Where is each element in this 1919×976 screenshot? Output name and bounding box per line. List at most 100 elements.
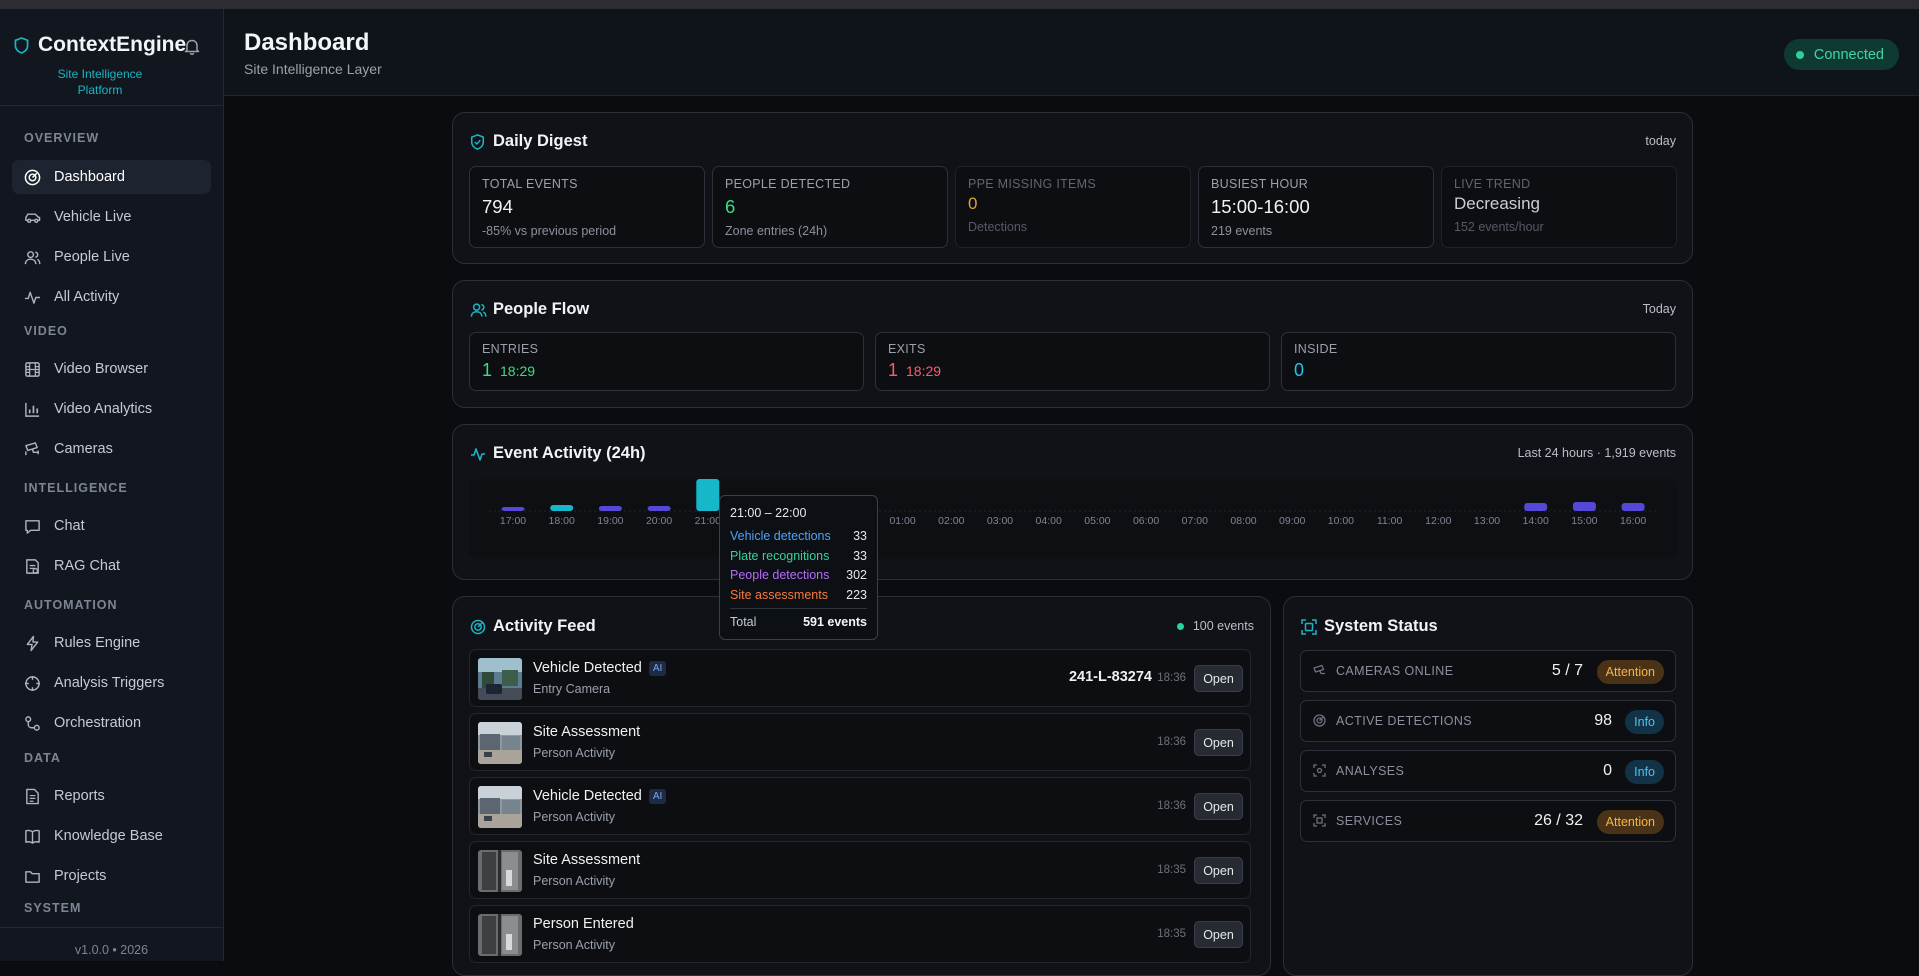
section-label-video: VIDEO: [24, 324, 68, 338]
ai-badge: AI: [648, 788, 667, 804]
folder-icon: [25, 870, 40, 883]
dashboard-icon: [24, 169, 41, 185]
status-row-services: SERVICES 26 / 32 Attention: [1300, 800, 1676, 842]
chart-bar-1900[interactable]: [598, 506, 622, 511]
digest-period: today: [1645, 134, 1676, 148]
scan-monitor-icon: [1301, 619, 1317, 635]
tile-note: Zone entries (24h): [725, 224, 828, 238]
status-label: ANALYSES: [1336, 764, 1405, 778]
chart-bar-1700[interactable]: [501, 507, 525, 511]
tooltip-row-plate-recognitions: Plate recognitions 33: [730, 549, 867, 563]
event-activity-chart-area[interactable]: 17:0018:0019:0020:0021:0022:0023:0000:00…: [469, 479, 1677, 559]
chart-bar-1800[interactable]: [550, 505, 574, 511]
tile-label: PEOPLE DETECTED: [725, 177, 851, 191]
sidebar-item-orchestration[interactable]: Orchestration: [12, 706, 211, 740]
event-activity-chart[interactable]: 17:0018:0019:0020:0021:0022:0023:0000:00…: [469, 479, 1677, 559]
sidebar-item-label: Video Browser: [54, 361, 149, 377]
sidebar-item-people-live[interactable]: People Live: [12, 240, 211, 274]
page-subtitle: Site Intelligence Layer: [244, 61, 382, 77]
status-badge: Info: [1625, 710, 1664, 734]
sidebar-item-label: Knowledge Base: [54, 828, 163, 844]
tooltip-title: 21:00 – 22:00: [730, 506, 807, 520]
sidebar-item-knowledge-base[interactable]: Knowledge Base: [12, 819, 211, 853]
sidebar-item-video-browser[interactable]: Video Browser: [12, 352, 211, 386]
sidebar-item-projects[interactable]: Projects: [12, 859, 211, 893]
sidebar-item-all-activity[interactable]: All Activity: [12, 280, 211, 314]
sidebar-item-chat[interactable]: Chat: [12, 509, 211, 543]
chart-tick-label: 18:00: [549, 515, 575, 527]
sidebar-item-label: Orchestration: [54, 715, 142, 731]
chart-tick-label: 21:00: [695, 515, 721, 527]
radar-icon: [470, 619, 486, 635]
sidebar-item-dashboard[interactable]: Dashboard: [12, 160, 211, 194]
flow-time: 18:29: [500, 363, 536, 379]
activity-feed-row[interactable]: Site Assessment Person Activity 18:35 Open: [469, 841, 1251, 899]
sidebar-item-cameras[interactable]: Cameras: [12, 432, 211, 466]
status-label: SERVICES: [1336, 814, 1403, 828]
tile-label: PPE MISSING ITEMS: [968, 177, 1097, 191]
app-version: v1.0.0 • 2026: [74, 943, 149, 957]
activity-feed-row[interactable]: Vehicle Detected AI Entry Camera 241-L-8327…: [469, 649, 1251, 707]
flow-value-row: 1 18:29: [482, 360, 535, 381]
sidebar-item-rag-chat[interactable]: RAG Chat: [12, 549, 211, 583]
status-badge: Attention: [1596, 660, 1664, 684]
chart-bar-1600[interactable]: [1621, 503, 1645, 511]
tile-label: ENTRIES: [482, 342, 539, 356]
event-thumbnail[interactable]: [478, 786, 522, 828]
sidebar-item-analysis-triggers[interactable]: Analysis Triggers: [12, 666, 211, 700]
event-thumbnail[interactable]: [478, 658, 522, 700]
shield-logo-icon: [14, 37, 29, 54]
section-label-data: DATA: [24, 751, 61, 765]
chart-bar-1400[interactable]: [1524, 503, 1548, 511]
chart-bar-1500[interactable]: [1572, 502, 1596, 511]
ai-badge: AI: [648, 660, 667, 676]
sidebar-item-reports[interactable]: Reports: [12, 779, 211, 813]
digest-tile-ppe-missing-items: PPE MISSING ITEMS 0 Detections: [955, 166, 1191, 248]
tile-value: 0: [968, 194, 978, 213]
tooltip-row-people-detections: People detections 302: [730, 568, 867, 582]
open-event-button[interactable]: Open: [1194, 921, 1243, 948]
flow-time: 18:29: [906, 363, 942, 379]
server-icon: [1313, 814, 1326, 827]
event-thumbnail[interactable]: [478, 850, 522, 892]
open-event-button[interactable]: Open: [1194, 793, 1243, 820]
event-title: Person Entered: [533, 916, 634, 932]
chart-tick-label: 07:00: [1182, 515, 1208, 527]
flow-tile-inside: INSIDE 0: [1281, 332, 1676, 391]
bell-icon[interactable]: [184, 38, 200, 55]
flow-value: 0: [1294, 360, 1305, 380]
event-thumbnail[interactable]: [478, 914, 522, 956]
chart-tick-label: 19:00: [597, 515, 623, 527]
activity-feed-row[interactable]: Person Entered Person Activity 18:35 Open: [469, 905, 1251, 963]
activity-feed-count: 100 events: [1176, 619, 1254, 633]
page-title: Dashboard: [244, 29, 370, 56]
open-event-button[interactable]: Open: [1194, 729, 1243, 756]
chart-bar-2000[interactable]: [647, 506, 671, 511]
sidebar-item-label: All Activity: [54, 289, 120, 305]
sidebar-item-label: Reports: [54, 788, 105, 804]
event-title-row: Vehicle Detected AI: [533, 660, 667, 676]
system-status-title: System Status: [1324, 617, 1438, 635]
sidebar-item-vehicle-live[interactable]: Vehicle Live: [12, 200, 211, 234]
connection-label: Connected: [1813, 46, 1884, 63]
event-thumbnail[interactable]: [478, 722, 522, 764]
status-label: ACTIVE DETECTIONS: [1336, 714, 1472, 728]
event-time: 18:36: [1157, 800, 1186, 812]
chart-tick-label: 20:00: [646, 515, 672, 527]
bar-chart-icon: [25, 402, 40, 417]
system-status-card: System Status CAMERAS ONLINE 5 / 7 Attenti…: [1283, 596, 1693, 976]
event-activity-card: Event Activity (24h) Last 24 hours · 1,9…: [452, 424, 1693, 580]
tooltip-total-value: 591 events: [803, 615, 867, 629]
sidebar-item-rules-engine[interactable]: Rules Engine: [12, 626, 211, 660]
open-event-button[interactable]: Open: [1194, 665, 1243, 692]
activity-feed-row[interactable]: Site Assessment Person Activity 18:36 Open: [469, 713, 1251, 771]
chart-bar-2100[interactable]: [696, 479, 720, 511]
chart-tick-label: 09:00: [1279, 515, 1305, 527]
scan-icon: [1313, 764, 1326, 777]
sidebar-item-video-analytics[interactable]: Video Analytics: [12, 392, 211, 426]
chart-tick-label: 08:00: [1230, 515, 1256, 527]
activity-feed-row[interactable]: Vehicle Detected AI Person Activity 18:36 Op…: [469, 777, 1251, 835]
open-event-button[interactable]: Open: [1194, 857, 1243, 884]
chart-tick-label: 11:00: [1377, 515, 1403, 527]
tile-label: LIVE TREND: [1454, 177, 1531, 191]
